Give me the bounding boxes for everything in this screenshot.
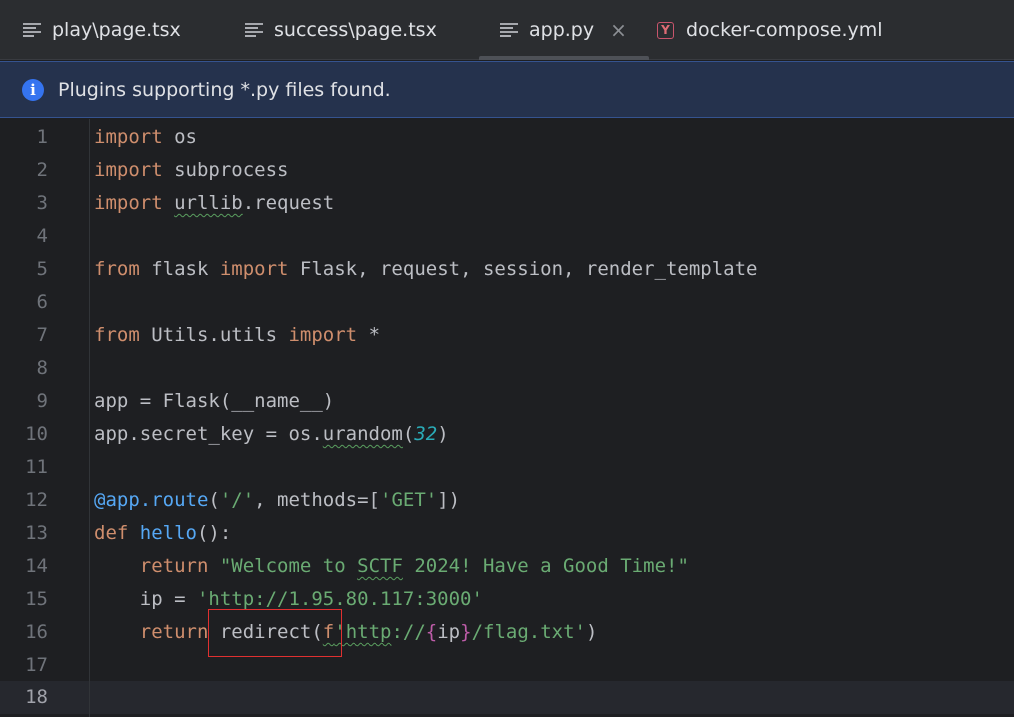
code-text[interactable]: import urllib.request — [94, 187, 334, 220]
code-line[interactable]: 1 import os — [0, 121, 1014, 154]
code-text[interactable]: return redirect(f'http://{ip}/flag.txt') — [94, 616, 598, 649]
code-line[interactable]: 12 @app.route('/', methods=['GET']) — [0, 484, 1014, 517]
line-number: 17 — [25, 654, 48, 676]
line-number: 6 — [36, 291, 48, 313]
code-text[interactable]: import os — [94, 121, 197, 154]
code-line[interactable]: 17 — [0, 649, 1014, 682]
editor-tab-bar: play\page.tsx success\page.tsx app.py × … — [0, 0, 1014, 60]
info-icon: i — [22, 78, 44, 101]
line-number: 1 — [36, 126, 48, 148]
line-number: 18 — [25, 686, 48, 708]
code-line[interactable]: 16 return redirect(f'http://{ip}/flag.tx… — [0, 616, 1014, 649]
line-number: 10 — [25, 423, 48, 445]
code-line[interactable]: 4 — [0, 220, 1014, 253]
line-number: 15 — [25, 588, 48, 610]
tab-label: play\page.tsx — [52, 19, 181, 41]
line-number: 5 — [36, 258, 48, 280]
line-number: 3 — [36, 192, 48, 214]
code-line[interactable]: 14 return "Welcome to SCTF 2024! Have a … — [0, 550, 1014, 583]
code-line[interactable]: 15 ip = 'http://1.95.80.117:3000' — [0, 583, 1014, 616]
tab-label: app.py — [529, 19, 595, 41]
line-number: 13 — [25, 522, 48, 544]
code-line-current[interactable]: 18 — [0, 681, 1014, 714]
code-text[interactable]: app.secret_key = os.urandom(32) — [94, 418, 449, 451]
line-number: 2 — [36, 159, 48, 181]
tab-play-page-tsx[interactable]: play\page.tsx — [22, 0, 181, 60]
tab-app-py[interactable]: app.py × — [479, 0, 649, 60]
line-number: 9 — [36, 390, 48, 412]
code-text[interactable]: app = Flask(__name__) — [94, 385, 334, 418]
banner-message: Plugins supporting *.py files found. — [58, 78, 391, 101]
text-file-icon — [244, 22, 264, 38]
line-number: 4 — [36, 225, 48, 247]
code-line[interactable]: 11 — [0, 451, 1014, 484]
tab-success-page-tsx[interactable]: success\page.tsx — [244, 0, 437, 60]
line-number: 16 — [25, 621, 48, 643]
code-text[interactable]: import subprocess — [94, 154, 288, 187]
yaml-file-icon: Y — [657, 21, 674, 39]
code-line[interactable]: 9 app = Flask(__name__) — [0, 385, 1014, 418]
line-number: 8 — [36, 357, 48, 379]
plugins-notification-banner: i Plugins supporting *.py files found. — [0, 61, 1014, 118]
code-line[interactable]: 3 import urllib.request — [0, 187, 1014, 220]
code-editor[interactable]: 1 import os 2 import subprocess 3 import… — [0, 119, 1014, 717]
code-line[interactable]: 13 def hello(): — [0, 517, 1014, 550]
code-text[interactable]: from Utils.utils import * — [94, 319, 380, 352]
text-file-icon — [499, 22, 519, 38]
tab-label: success\page.tsx — [274, 19, 437, 41]
line-number: 7 — [36, 324, 48, 346]
close-icon[interactable]: × — [610, 20, 627, 40]
line-number: 12 — [25, 489, 48, 511]
tab-label: docker-compose.yml — [686, 19, 883, 41]
code-text[interactable]: def hello(): — [94, 517, 231, 550]
line-number: 11 — [25, 456, 48, 478]
code-line[interactable]: 2 import subprocess — [0, 154, 1014, 187]
code-line[interactable]: 7 from Utils.utils import * — [0, 319, 1014, 352]
code-line[interactable]: 8 — [0, 352, 1014, 385]
tab-docker-compose-yml[interactable]: Y docker-compose.yml — [657, 0, 883, 60]
code-line[interactable]: 10 app.secret_key = os.urandom(32) — [0, 418, 1014, 451]
code-text[interactable]: ip = 'http://1.95.80.117:3000' — [94, 583, 483, 616]
code-text[interactable]: @app.route('/', methods=['GET']) — [94, 484, 460, 517]
code-line[interactable]: 5 from flask import Flask, request, sess… — [0, 253, 1014, 286]
line-number: 14 — [25, 555, 48, 577]
code-text[interactable]: return "Welcome to SCTF 2024! Have a Goo… — [94, 550, 689, 583]
code-line[interactable]: 6 — [0, 286, 1014, 319]
code-text[interactable]: from flask import Flask, request, sessio… — [94, 253, 757, 286]
text-file-icon — [22, 22, 42, 38]
